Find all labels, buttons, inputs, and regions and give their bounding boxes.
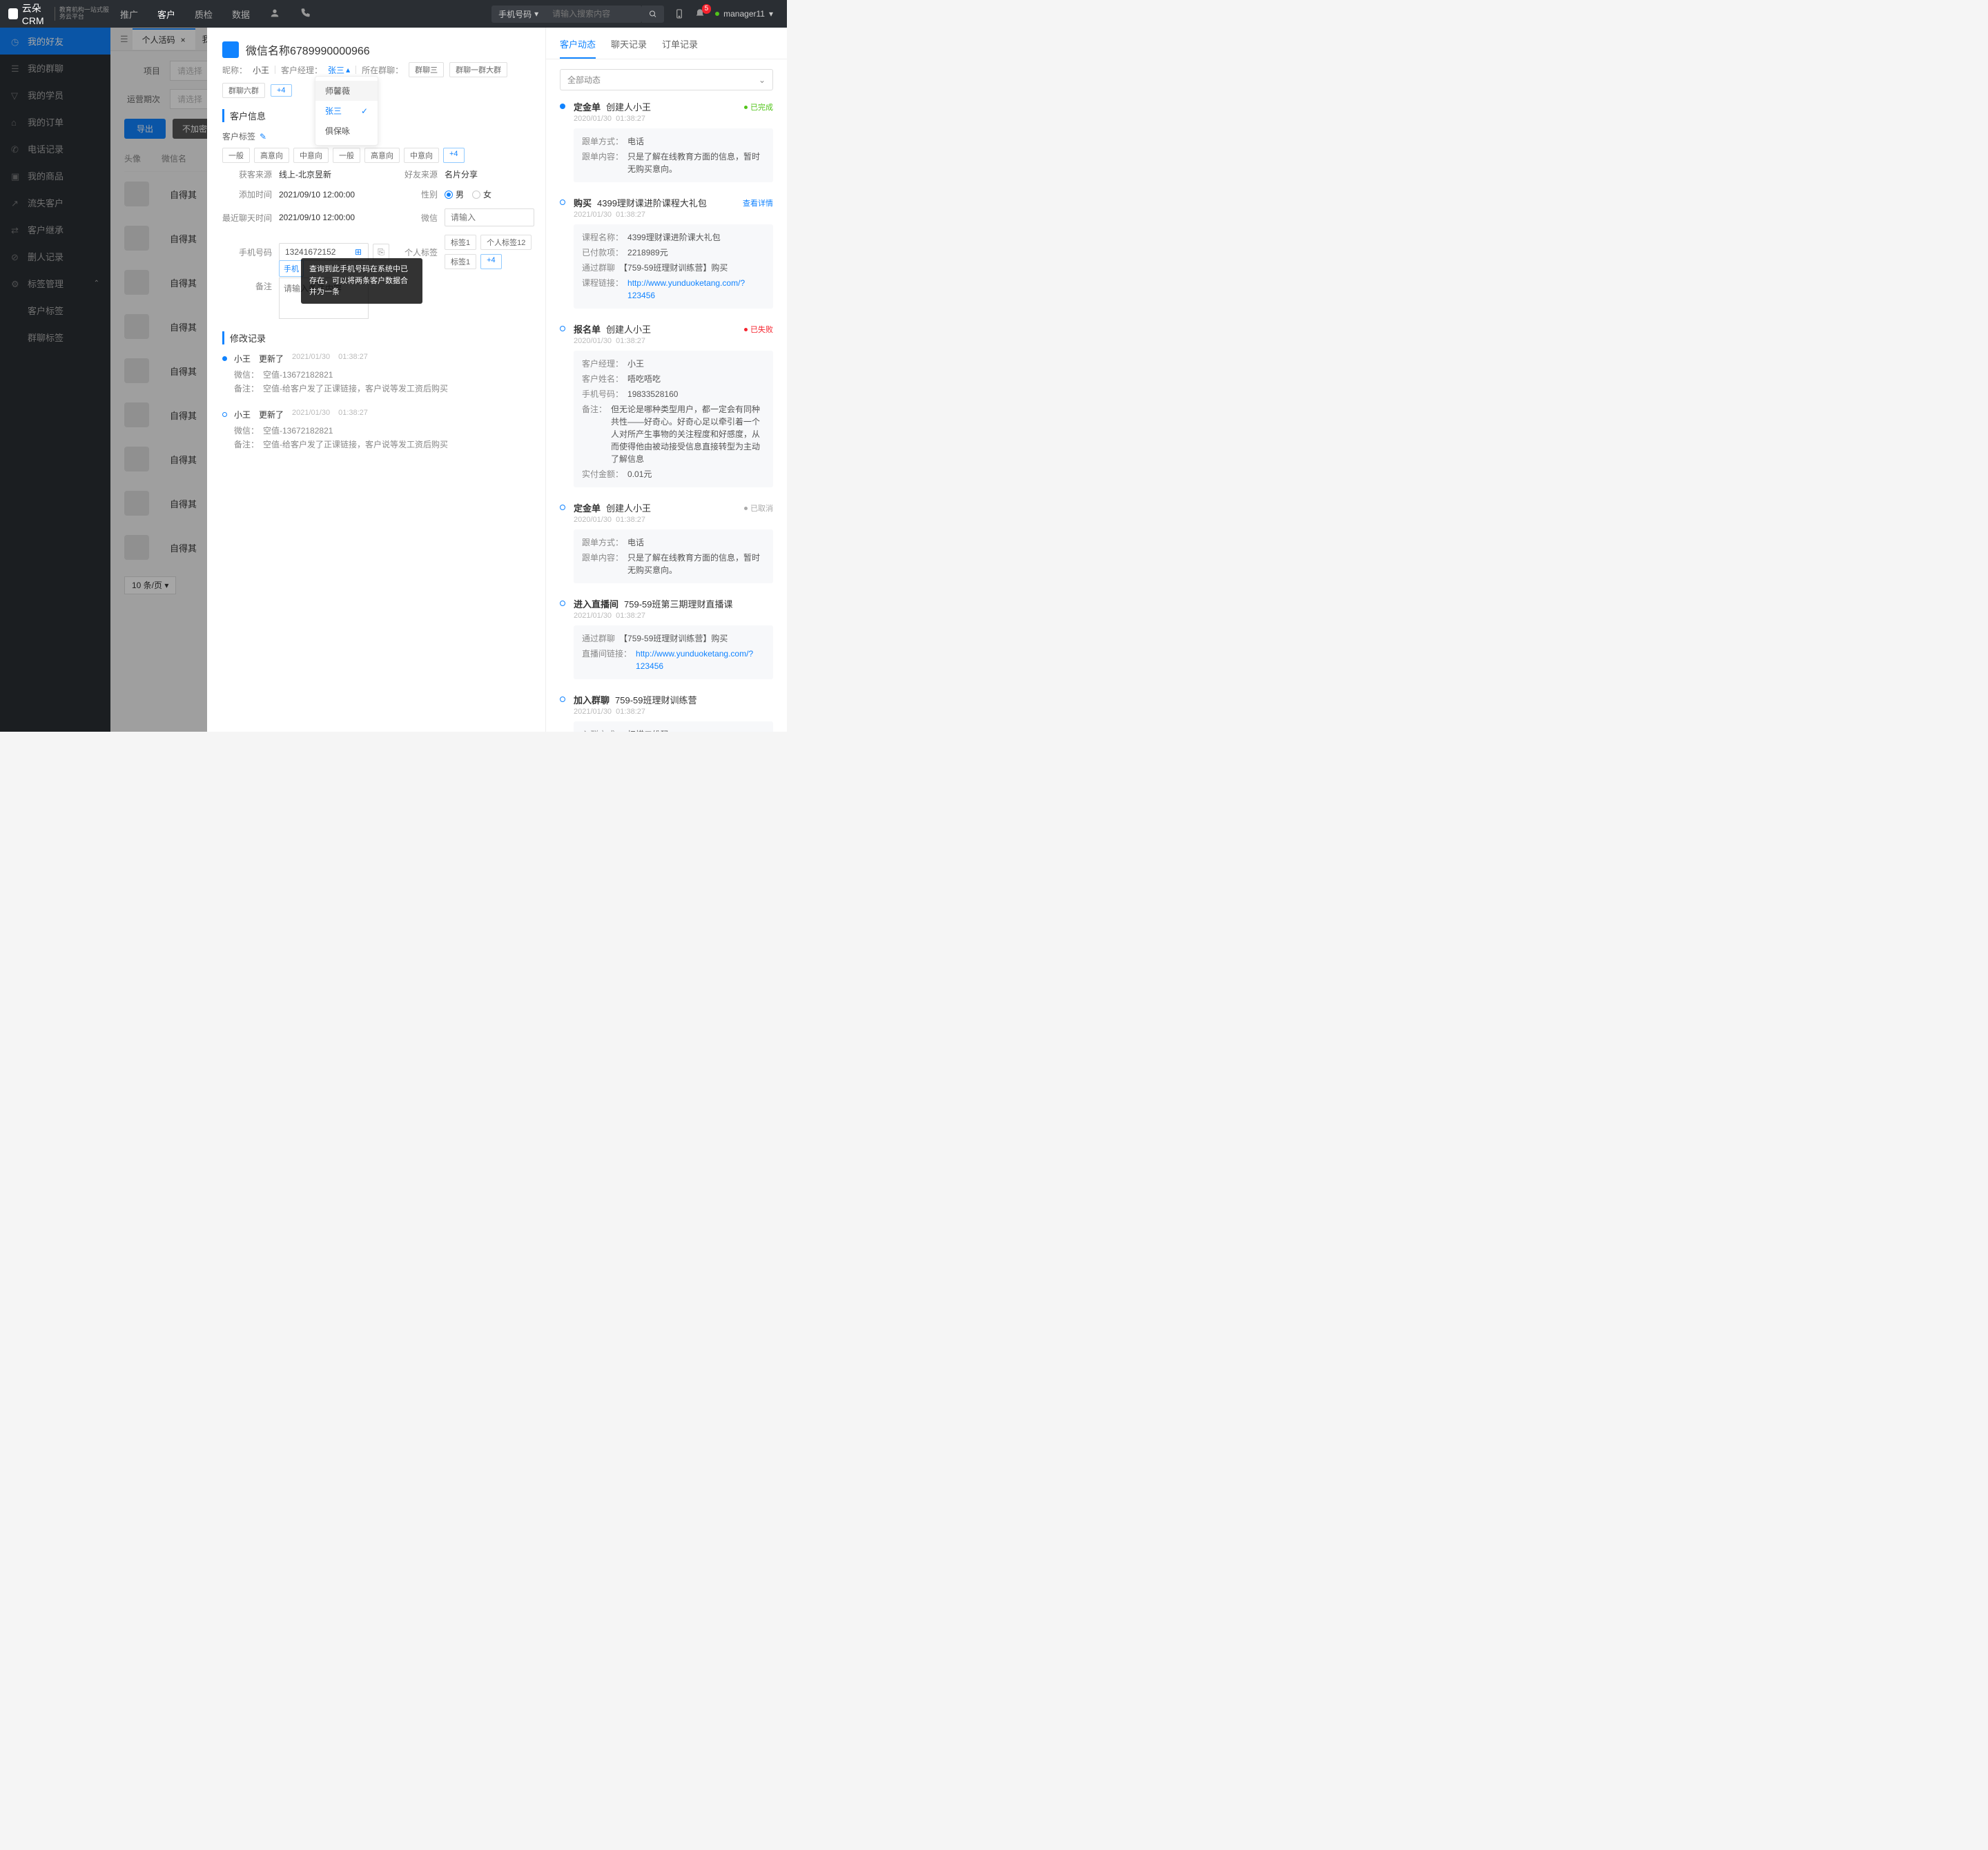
gender-radio[interactable]: 男女 [445,188,534,200]
search-input[interactable] [545,6,642,23]
logo-subtitle: 教育机构一站式服务云平台 [55,7,110,21]
ptags-more[interactable]: +4 [480,254,502,269]
gender-label: 性别 [396,188,438,200]
wechat-label: 微信 [396,212,438,224]
dropdown-option[interactable]: 师馨薇 [315,81,378,101]
nick-label: 昵称： [222,64,247,76]
manager-label: 客户经理： [281,64,322,76]
nick-value: 小王 [253,64,269,76]
section-history: 修改记录 [222,331,530,344]
lastchat-value: 2021/09/10 12:00:00 [279,213,389,222]
timeline-item: 进入直播间759-59班第三期理财直播课2021/01/30 01:38:27通… [560,597,773,679]
history-item: 小王更新了2021/01/3001:38:27微信：空值-13672182821… [222,353,530,396]
tag-chip[interactable]: 中意向 [293,148,329,163]
ptag-chip[interactable]: 个人标签12 [480,235,532,250]
user-menu[interactable]: manager11 ▾ [715,9,773,19]
logo-text: 云朵CRM [22,1,50,26]
phone-label: 手机号码 [222,246,272,258]
detail-link[interactable]: 查看详情 [743,197,773,208]
mobile-icon[interactable] [674,8,685,19]
activity-filter[interactable]: 全部动态⌄ [560,69,773,90]
friend-value: 名片分享 [445,168,534,180]
ptag-chip[interactable]: 标签1 [445,235,476,250]
addtime-value: 2021/09/10 12:00:00 [279,190,389,199]
timeline-item: 定金单创建人小王2020/01/30 01:38:27跟单方式：电话跟单内容：只… [560,501,773,583]
phone-tooltip: 查询到此手机号码在系统中已存在，可以将两条客户数据合并为一条 [301,258,422,304]
tags-more[interactable]: +4 [443,148,465,163]
timeline-item: 报名单创建人小王2020/01/30 01:38:27客户经理：小王客户姓名：唔… [560,322,773,487]
drawer: 微信名称6789990000966 代下单 交定金 昵称：小王 客户经理： 张三… [207,28,787,732]
phone-icon[interactable] [300,8,311,19]
tab-chat[interactable]: 聊天记录 [611,37,647,59]
groups-label: 所在群聊： [362,64,403,76]
search-type-select[interactable]: 手机号码 ▾ [491,6,545,23]
notification-badge: 5 [702,4,712,14]
tag-chip[interactable]: 一般 [222,148,250,163]
manager-dropdown: 师馨薇 张三✓ 俱保咏 [315,76,378,146]
timeline-item: 加入群聊759-59班理财训练营2021/01/30 01:38:27入群方式：… [560,693,773,732]
topbar: 云朵CRM 教育机构一站式服务云平台 推广 客户 质检 数据 手机号码 ▾ 5 … [0,0,787,28]
tab-activity[interactable]: 客户动态 [560,37,596,59]
user-icon[interactable] [269,8,280,19]
bell-icon[interactable]: 5 [694,8,705,19]
groups-more[interactable]: +4 [271,84,292,97]
logo-icon [8,8,18,19]
group-chip[interactable]: 群聊一群大群 [449,62,507,77]
nav-qc[interactable]: 质检 [195,8,213,21]
nav-promote[interactable]: 推广 [120,8,138,21]
nav: 推广 客户 质检 数据 [120,8,311,21]
nav-data[interactable]: 数据 [232,8,250,21]
timeline-item: 购买4399理财课进阶课程大礼包2021/01/30 01:38:27课程名称：… [560,196,773,309]
contact-icon[interactable]: ⊞ [355,247,363,255]
lastchat-label: 最近聊天时间 [222,212,272,224]
source-value: 线上-北京昱新 [279,168,389,180]
remark-label: 备注 [222,278,272,292]
tags-label: 客户标签 [222,130,255,142]
dropdown-option[interactable]: 张三✓ [315,101,378,121]
ptags-label: 个人标签 [396,246,438,258]
tag-chip[interactable]: 中意向 [404,148,439,163]
right-tabs: 客户动态 聊天记录 订单记录 [546,28,787,59]
tab-orders[interactable]: 订单记录 [662,37,698,59]
dropdown-option[interactable]: 俱保咏 [315,121,378,141]
manager-dropdown-trigger[interactable]: 张三 ▴ [328,64,350,76]
tag-chip[interactable]: 高意向 [364,148,400,163]
addtime-label: 添加时间 [222,188,272,200]
source-label: 获客来源 [222,168,272,180]
timeline-link[interactable]: http://www.yunduoketang.com/?123456 [636,648,765,672]
drawer-logo-icon [222,41,239,58]
wechat-input[interactable] [445,208,534,226]
edit-tags-icon[interactable]: ✎ [260,132,266,142]
friend-label: 好友来源 [396,168,438,180]
search-icon[interactable] [642,6,664,23]
history-item: 小王更新了2021/01/3001:38:27微信：空值-13672182821… [222,409,530,452]
logo: 云朵CRM 教育机构一站式服务云平台 [0,1,110,26]
nav-customer[interactable]: 客户 [157,8,175,21]
ptag-chip[interactable]: 标签1 [445,254,476,269]
drawer-title: 微信名称6789990000966 [246,41,370,58]
timeline-item: 定金单创建人小王2020/01/30 01:38:27跟单方式：电话跟单内容：只… [560,100,773,182]
tag-chip[interactable]: 一般 [333,148,360,163]
group-chip[interactable]: 群聊三 [409,62,444,77]
phone-link-button[interactable]: 手机 [279,260,304,277]
timeline-link[interactable]: http://www.yunduoketang.com/?123456 [627,277,765,302]
topbar-right: 手机号码 ▾ 5 manager11 ▾ [491,6,787,23]
group-chip[interactable]: 群聊六群 [222,83,265,98]
tag-chip[interactable]: 高意向 [254,148,289,163]
